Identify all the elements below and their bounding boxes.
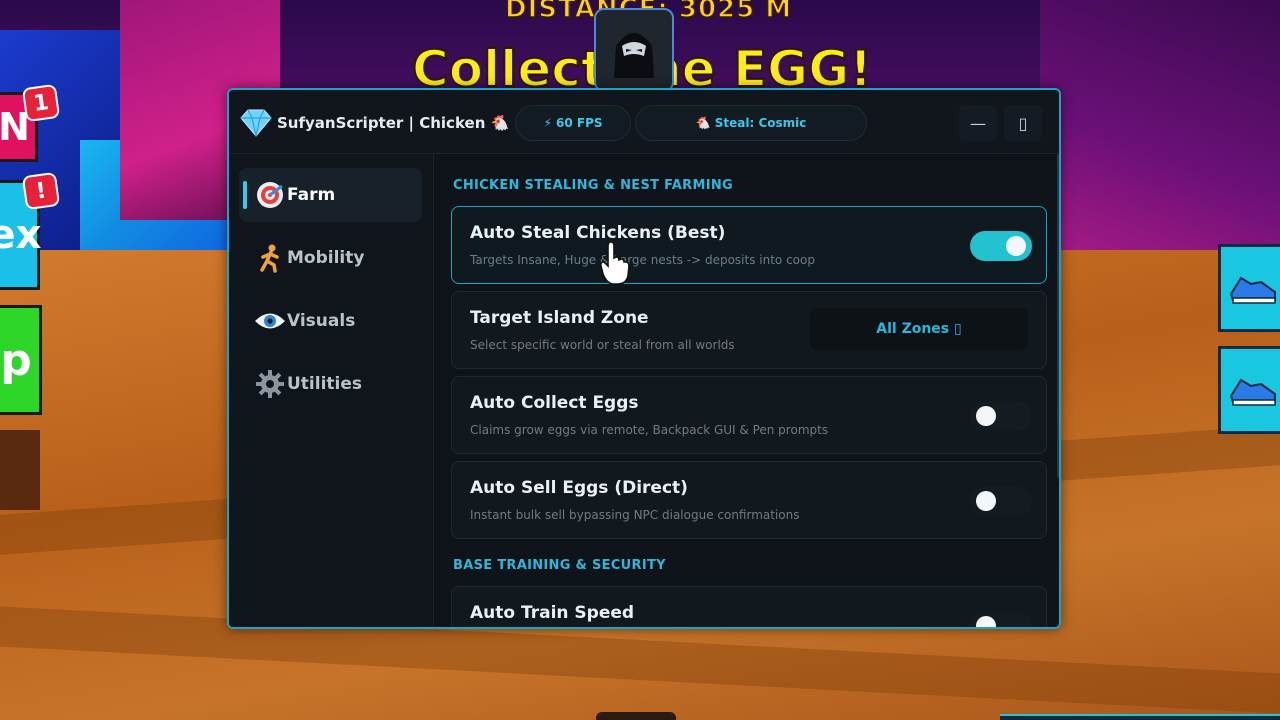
ninja-avatar-icon (614, 33, 654, 78)
option-title: Auto Sell Eggs (Direct) (470, 478, 688, 498)
option-description: Select specific world or steal from all … (470, 338, 735, 352)
hand-cursor-icon (600, 242, 630, 285)
speed-shoe-button[interactable] (1218, 346, 1280, 434)
option-target-island-zone: Target Island Zone Select specific world… (451, 291, 1047, 369)
option-auto-steal-chickens[interactable]: Auto Steal Chickens (Best) Targets Insan… (451, 206, 1047, 284)
scrollbar[interactable] (1057, 154, 1059, 478)
game-button-label: ex (0, 212, 42, 258)
option-description: Instant bulk sell bypassing NPC dialogue… (470, 508, 800, 522)
active-indicator (243, 181, 247, 209)
option-title: Target Island Zone (470, 308, 649, 328)
option-auto-collect-eggs[interactable]: Auto Collect Eggs Claims grow eggs via r… (451, 376, 1047, 454)
toggle-knob (976, 616, 996, 627)
option-description: Claims grow eggs via remote, Backpack GU… (470, 423, 829, 437)
game-button-upgrade[interactable]: p (0, 305, 42, 415)
speed-shoe-button[interactable] (1218, 244, 1280, 332)
sidebar-item-label: Utilities (287, 374, 363, 394)
shoe-icon (1229, 276, 1276, 304)
section-title: BASE TRAINING & SECURITY (453, 558, 666, 573)
auto-train-toggle[interactable] (970, 611, 1032, 627)
sidebar-item-label: Visuals (287, 311, 356, 331)
toggle-knob (976, 406, 996, 426)
notification-badge: 1 (21, 83, 61, 123)
option-title: Auto Train Speed (470, 603, 635, 623)
auto-sell-toggle[interactable] (970, 486, 1032, 516)
zone-dropdown[interactable]: All Zones ▯ (810, 308, 1028, 350)
option-title: Auto Collect Eggs (470, 393, 639, 413)
bottom-tab (596, 712, 676, 720)
minimize-button[interactable]: — (959, 105, 997, 141)
toggle-knob (976, 491, 996, 511)
script-hub-window: SufyanScripter | Chicken 🐔 ⚡ 60 FPS 🐔 St… (227, 88, 1061, 629)
runner-icon (253, 241, 287, 275)
sidebar-item-label: Farm (287, 185, 336, 205)
sidebar: Farm Mobility Visuals Utilities (229, 154, 434, 627)
option-auto-train-speed[interactable]: Auto Train Speed (451, 586, 1047, 627)
bottom-bar (1000, 714, 1280, 720)
fps-badge: ⚡ 60 FPS (515, 105, 631, 141)
sidebar-item-mobility[interactable]: Mobility (239, 231, 422, 285)
notification-badge: ! (21, 171, 61, 211)
auto-steal-toggle[interactable] (970, 231, 1032, 261)
title-bar[interactable]: SufyanScripter | Chicken 🐔 ⚡ 60 FPS 🐔 St… (229, 90, 1059, 154)
window-title: SufyanScripter | Chicken 🐔 (277, 114, 510, 132)
ground-shadow (0, 430, 40, 510)
gear-icon (253, 367, 287, 401)
target-icon (253, 178, 287, 212)
sidebar-item-visuals[interactable]: Visuals (239, 294, 422, 348)
game-button-label: p (0, 334, 32, 386)
shoe-icon (1229, 378, 1276, 406)
sidebar-item-label: Mobility (287, 248, 365, 268)
sidebar-item-farm[interactable]: Farm (239, 168, 422, 222)
auto-collect-toggle[interactable] (970, 401, 1032, 431)
option-auto-sell-eggs[interactable]: Auto Sell Eggs (Direct) Instant bulk sel… (451, 461, 1047, 539)
toggle-knob (1006, 236, 1026, 256)
option-title: Auto Steal Chickens (Best) (470, 223, 726, 243)
steal-status-badge: 🐔 Steal: Cosmic (635, 105, 867, 141)
maximize-button[interactable]: ▯ (1004, 105, 1042, 141)
eye-icon (253, 304, 287, 338)
player-avatar (594, 8, 674, 92)
diamond-icon (240, 109, 272, 137)
content-area: CHICKEN STEALING & NEST FARMING Auto Ste… (435, 154, 1059, 627)
option-description: Targets Insane, Huge & Large nests -> de… (470, 253, 815, 267)
sidebar-item-utilities[interactable]: Utilities (239, 357, 422, 411)
section-title: CHICKEN STEALING & NEST FARMING (453, 178, 733, 193)
